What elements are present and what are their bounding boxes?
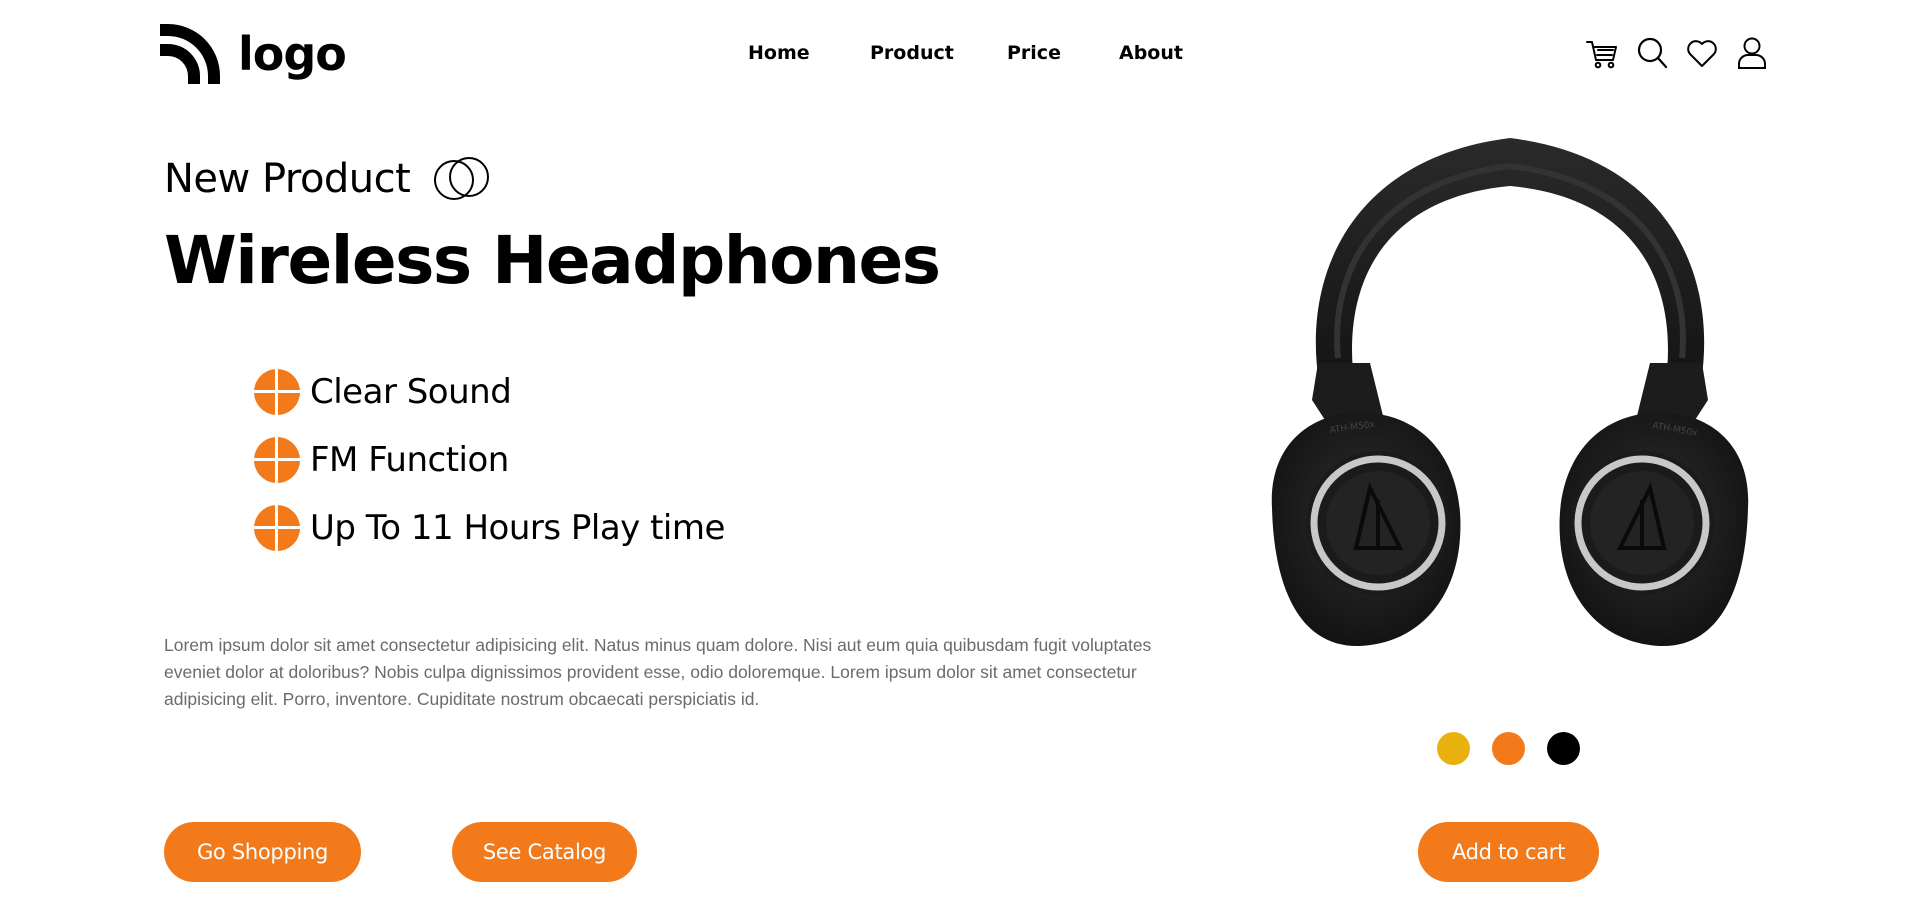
heart-icon[interactable] [1686, 36, 1718, 70]
user-icon[interactable] [1736, 36, 1768, 70]
nav-product[interactable]: Product [870, 42, 1007, 64]
nav-about[interactable]: About [1119, 42, 1183, 64]
eyebrow: New Product [164, 154, 492, 204]
feature-item: Up To 11 Hours Play time [254, 494, 725, 562]
site-header: logo Home Product Price About [0, 0, 1920, 110]
feature-label: Up To 11 Hours Play time [310, 508, 725, 548]
add-to-cart-button[interactable]: Add to cart [1418, 822, 1599, 882]
logo[interactable]: logo [158, 22, 347, 86]
feature-label: FM Function [310, 440, 509, 480]
rings-icon [434, 157, 490, 200]
feature-label: Clear Sound [310, 372, 512, 412]
nav-home[interactable]: Home [748, 42, 870, 64]
plus-icon [254, 505, 300, 551]
headphones-image: ATH-M50x ATH-M50x [1271, 138, 1749, 647]
logo-text: logo [238, 27, 347, 81]
swatch-black[interactable] [1547, 732, 1580, 765]
logo-mark-icon [160, 24, 220, 84]
cart-icon[interactable] [1586, 36, 1618, 70]
search-icon[interactable] [1636, 36, 1668, 70]
swatch-orange[interactable] [1492, 732, 1525, 765]
feature-item: Clear Sound [254, 358, 725, 426]
go-shopping-button[interactable]: Go Shopping [164, 822, 361, 882]
nav-price[interactable]: Price [1007, 42, 1119, 64]
feature-list: Clear Sound FM Function Up To 11 Hours P… [254, 358, 725, 562]
eyebrow-text: New Product [164, 156, 411, 202]
feature-item: FM Function [254, 426, 725, 494]
color-swatches [1437, 732, 1580, 765]
plus-icon [254, 369, 300, 415]
product-description: Lorem ipsum dolor sit amet consectetur a… [164, 635, 1152, 709]
see-catalog-button[interactable]: See Catalog [452, 822, 637, 882]
page-title: Wireless Headphones [164, 222, 941, 299]
main-nav: Home Product Price About [748, 42, 1183, 64]
plus-icon [254, 437, 300, 483]
swatch-yellow[interactable] [1437, 732, 1470, 765]
header-actions [1586, 36, 1768, 70]
